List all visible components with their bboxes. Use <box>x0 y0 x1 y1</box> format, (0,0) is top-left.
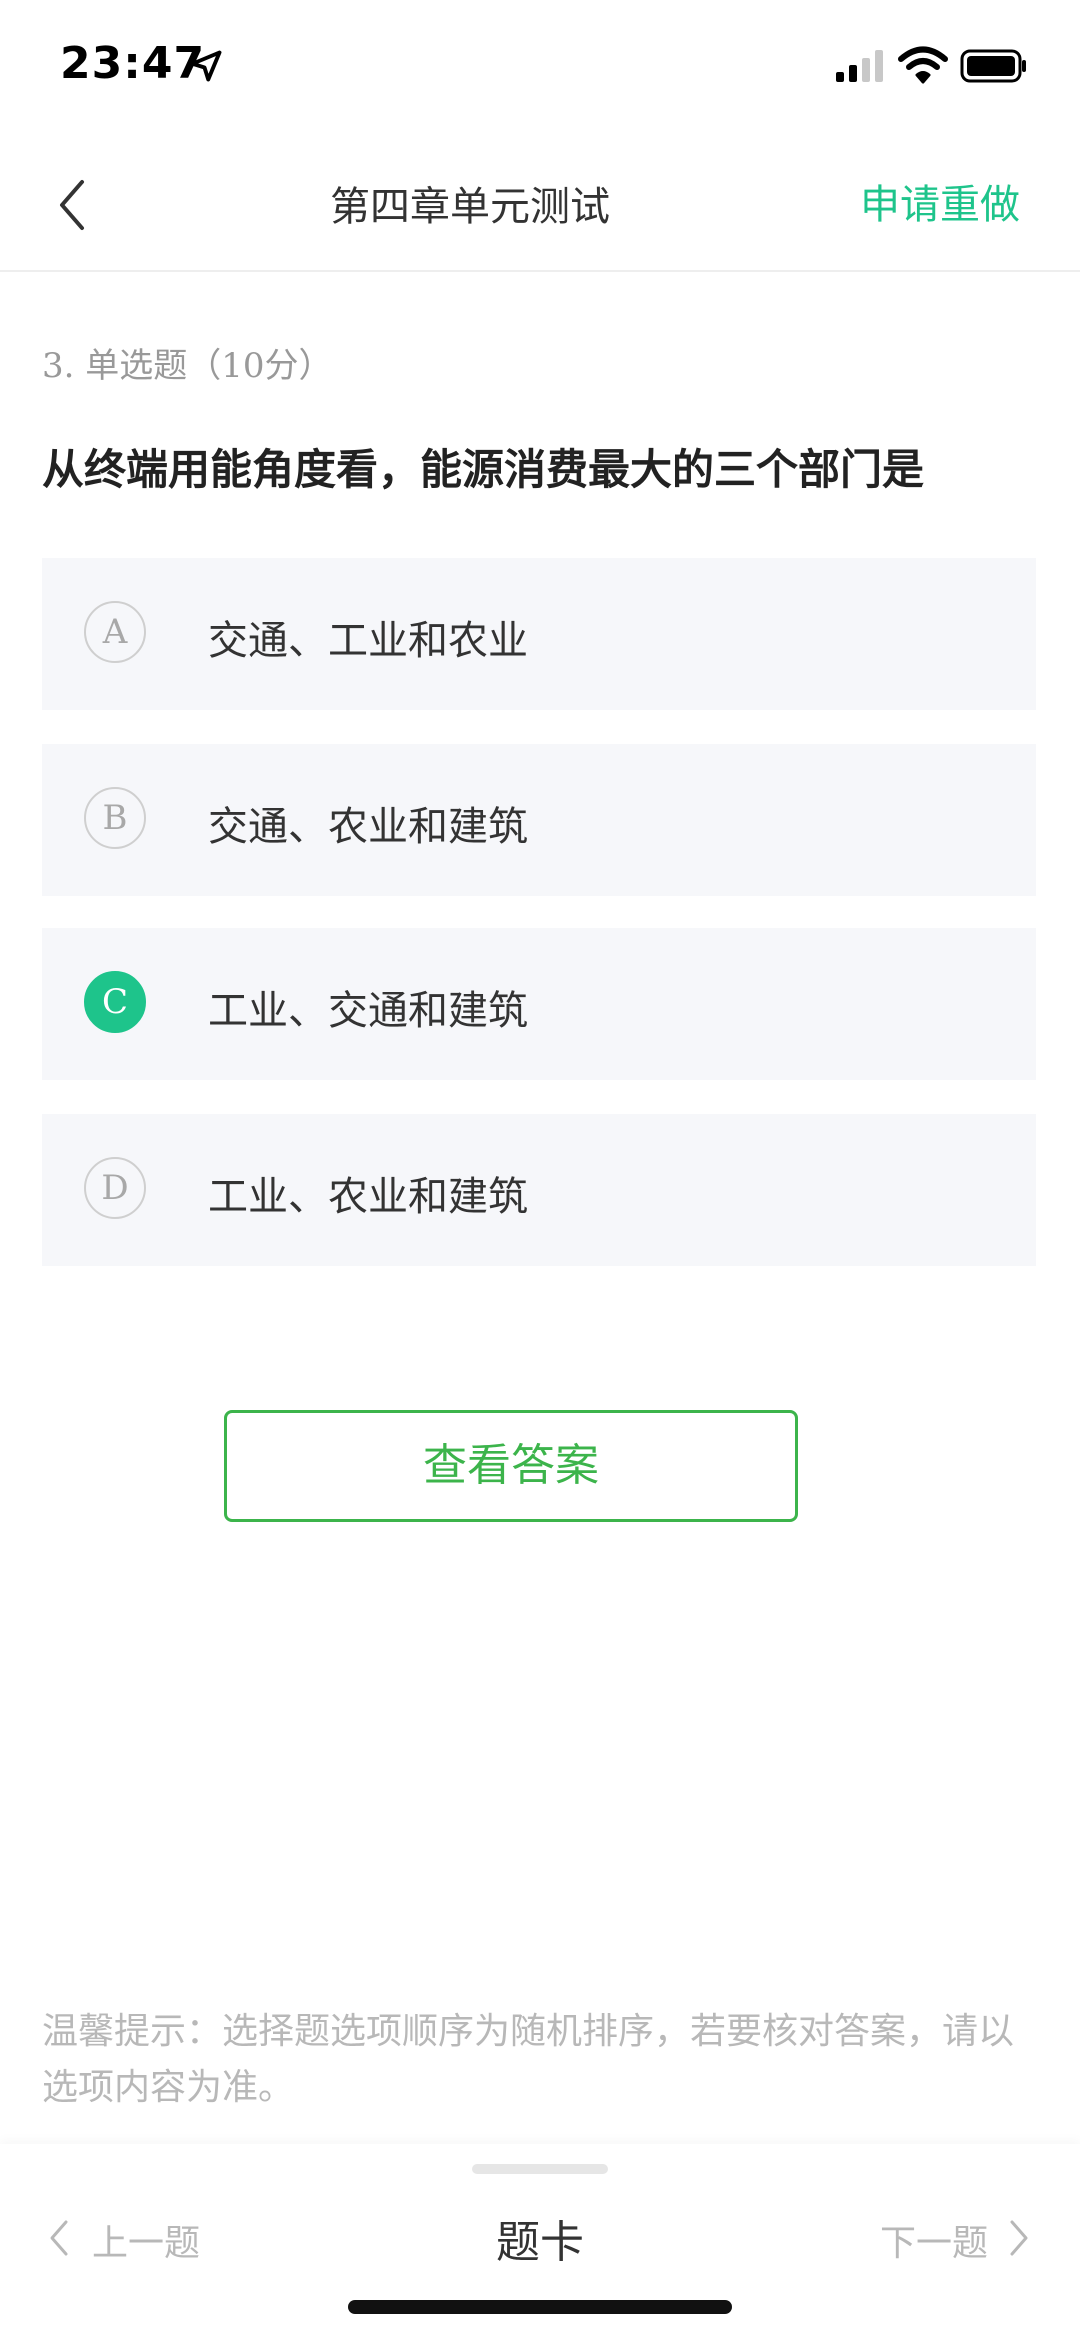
option-letter-badge: A <box>84 601 146 663</box>
previous-question-label: 上一题 <box>92 2223 201 2264</box>
question-type-label: 3. 单选题（10分） <box>42 346 333 386</box>
option-d[interactable]: D 工业、农业和建筑 <box>42 1114 1036 1266</box>
wifi-icon <box>898 46 948 84</box>
option-letter-badge: B <box>84 787 146 849</box>
option-text: 交通、工业和农业 <box>208 618 528 664</box>
option-letter-badge-selected: C <box>84 971 146 1033</box>
location-arrow-icon <box>190 50 222 82</box>
hint-text: 温馨提示：选择题选项顺序为随机排序，若要核对答案，请以选项内容为准。 <box>42 2011 1015 2108</box>
option-a[interactable]: A 交通、工业和农业 <box>42 558 1036 710</box>
home-indicator[interactable] <box>348 2300 732 2314</box>
quiz-page: 23:47 第四章单元测试 申请重做 3. 单选题（10分） 从终端用能角度看，… <box>0 0 1080 2337</box>
status-time: 23:47 <box>60 38 206 89</box>
option-letter-badge: D <box>84 1157 146 1219</box>
next-question-label: 下一题 <box>880 2223 989 2264</box>
cellular-signal-icon <box>836 50 883 82</box>
view-answer-button[interactable]: 查看答案 <box>224 1410 798 1522</box>
option-text: 工业、农业和建筑 <box>208 1174 528 1220</box>
nav-bar: 第四章单元测试 申请重做 <box>0 140 1080 272</box>
option-c[interactable]: C 工业、交通和建筑 <box>42 928 1036 1080</box>
drag-handle[interactable] <box>472 2164 608 2174</box>
chevron-left-icon <box>50 2220 68 2256</box>
next-question-button[interactable]: 下一题 <box>880 2210 1030 2266</box>
chevron-right-icon <box>1010 2220 1028 2256</box>
option-text: 工业、交通和建筑 <box>208 988 528 1034</box>
back-chevron-icon[interactable] <box>52 172 92 238</box>
option-b[interactable]: B 交通、农业和建筑 <box>42 744 1036 896</box>
question-text: 从终端用能角度看，能源消费最大的三个部门是 <box>42 445 925 494</box>
request-redo-button[interactable]: 申请重做 <box>860 172 1020 230</box>
status-bar: 23:47 <box>0 0 1080 140</box>
battery-icon <box>960 49 1026 83</box>
option-text: 交通、农业和建筑 <box>208 804 528 850</box>
page-title: 第四章单元测试 <box>330 184 610 230</box>
question-card-button[interactable]: 题卡 <box>440 2206 640 2270</box>
